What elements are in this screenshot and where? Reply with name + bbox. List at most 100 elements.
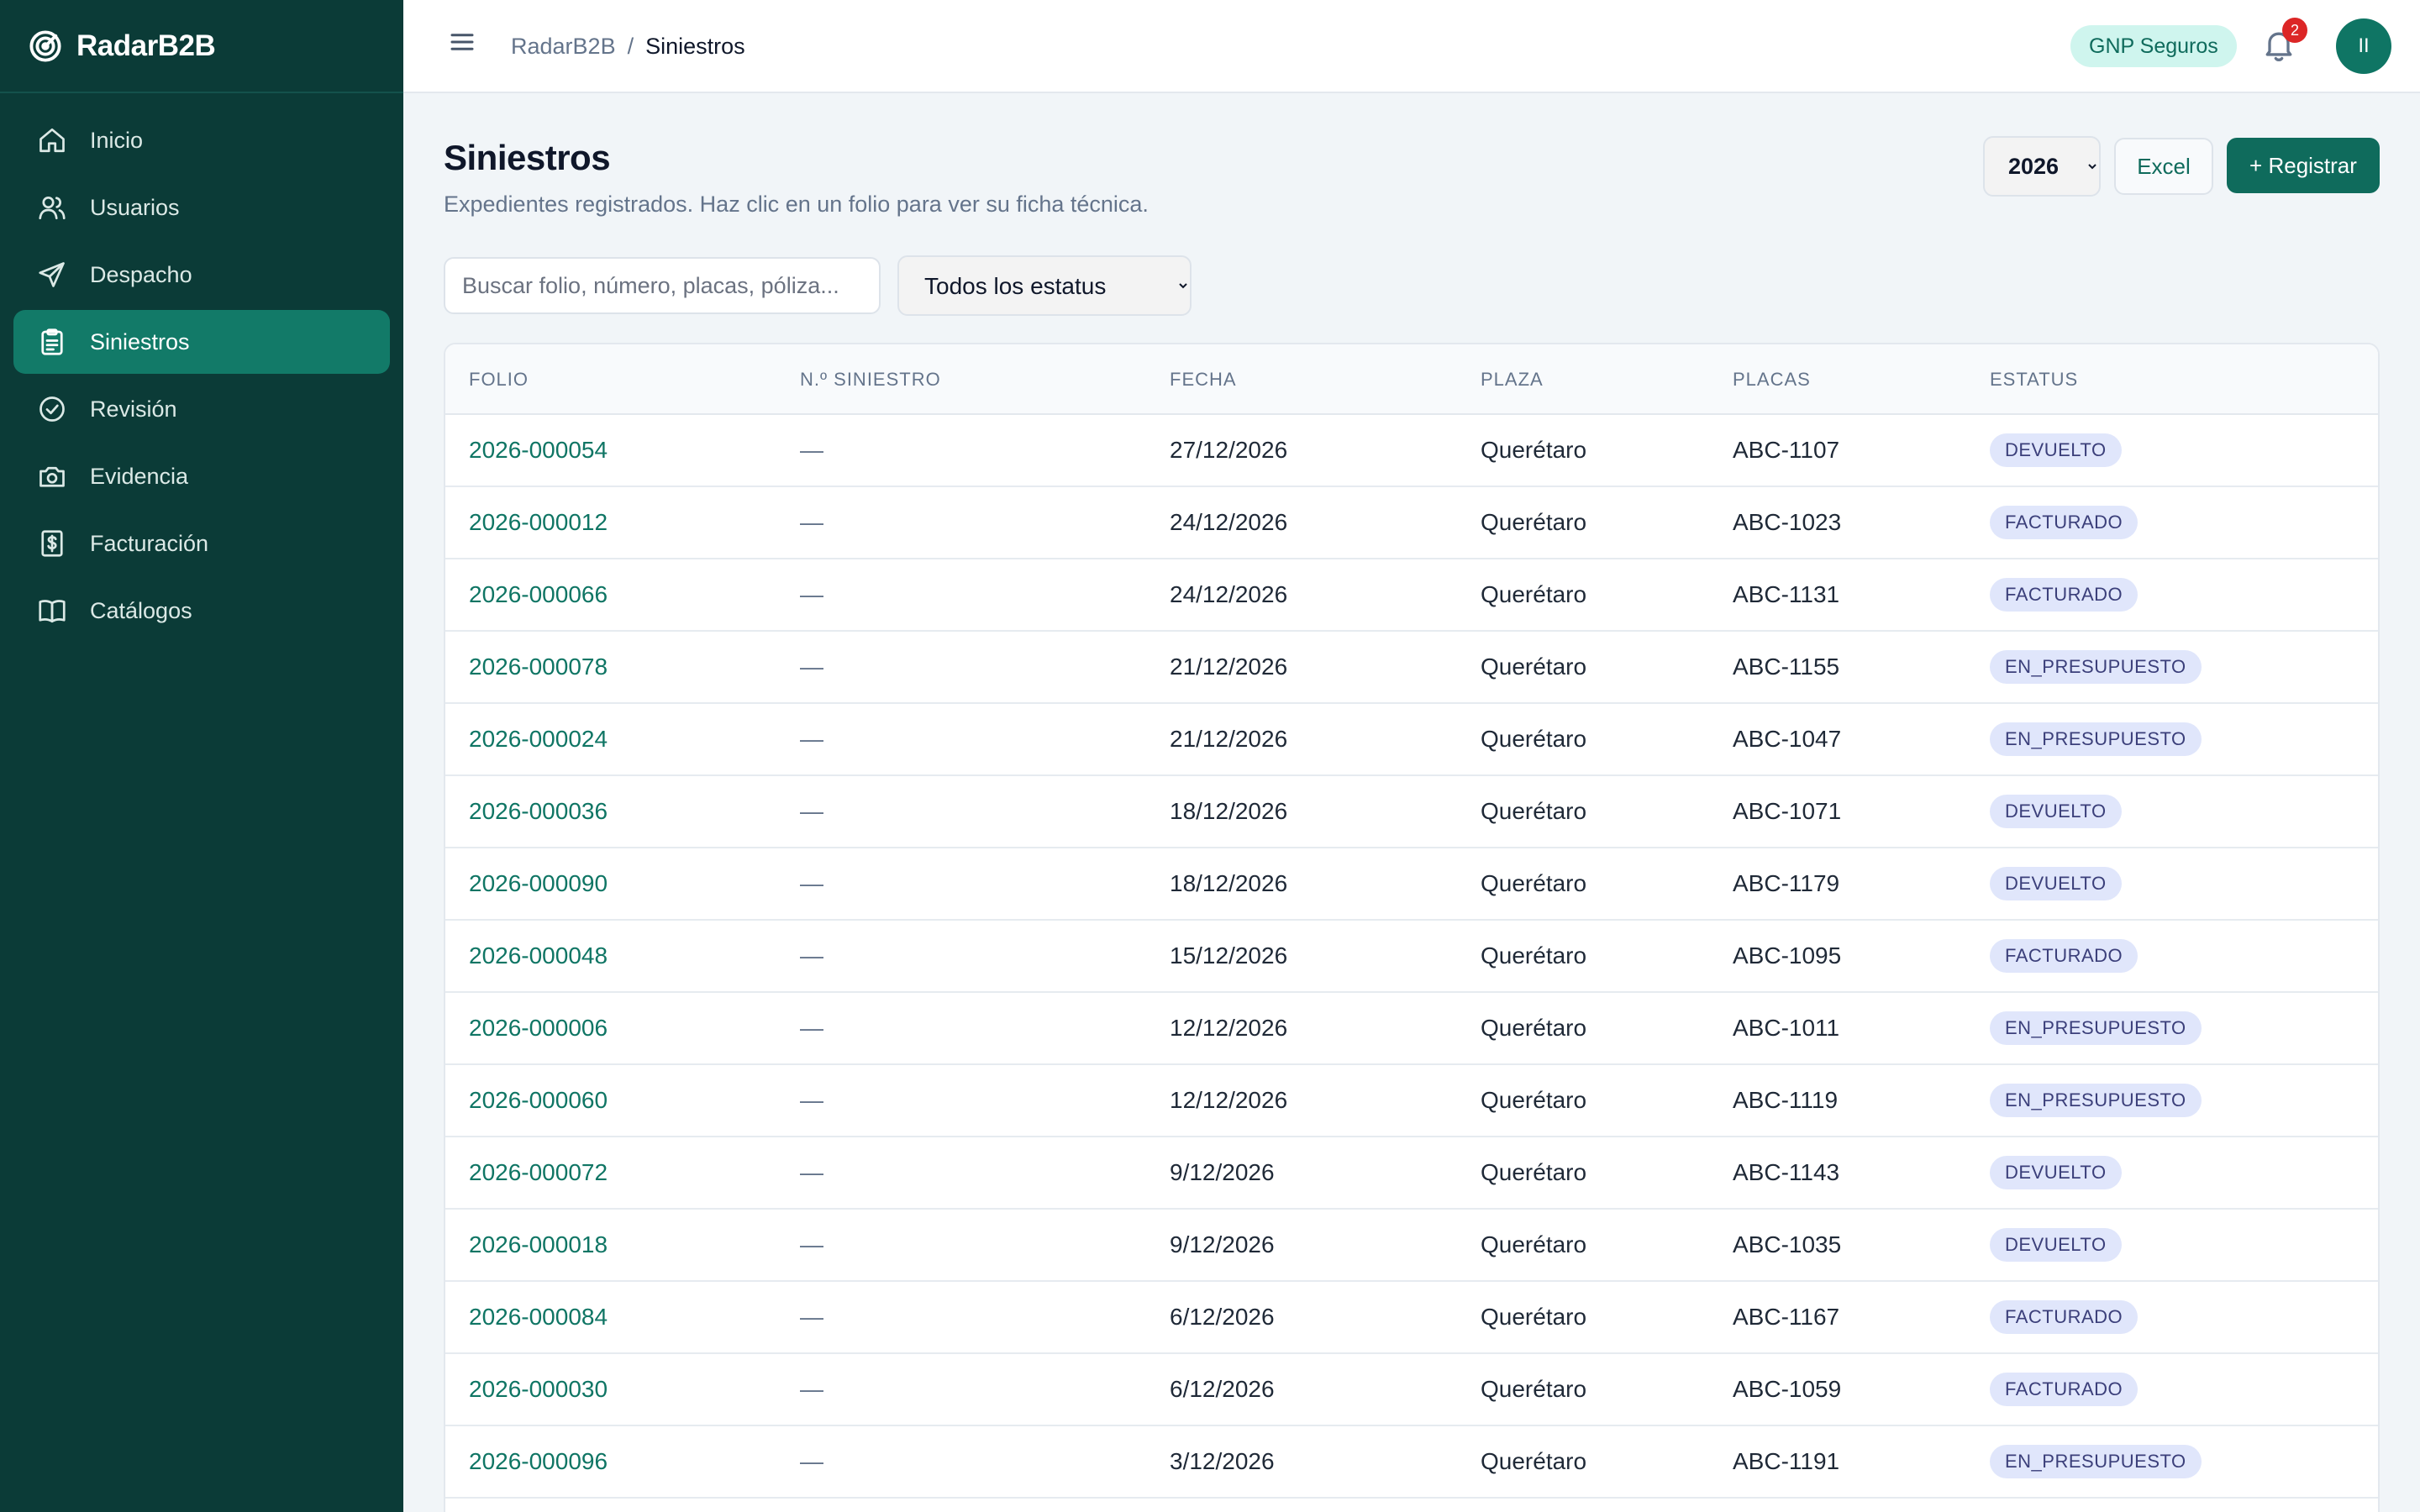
table-row[interactable]: 2026-000072 — 9/12/2026 Querétaro ABC-1143 DE… bbox=[445, 1137, 2378, 1210]
status-cell: DEVUELTO bbox=[1990, 1137, 2122, 1208]
folio-link[interactable]: 2026-000066 bbox=[469, 559, 608, 630]
date-cell: 12/12/2026 bbox=[1170, 1015, 1288, 1041]
claim-number-cell: — bbox=[800, 1304, 823, 1330]
sidebar-item-revision[interactable]: Revisión bbox=[13, 377, 390, 441]
status-cell: EN_PRESUPUESTO bbox=[1990, 704, 2202, 774]
table-row[interactable]: 2026-000018 — 9/12/2026 Querétaro ABC-1035 DE… bbox=[445, 1210, 2378, 1282]
plaza-cell: Querétaro bbox=[1481, 1159, 1587, 1185]
status-cell: EN_PRESUPUESTO bbox=[1990, 1065, 2202, 1136]
date-cell: 6/12/2026 bbox=[1170, 1376, 1275, 1402]
brand-name: RadarB2B bbox=[76, 29, 216, 62]
folio-link[interactable]: 2026-000084 bbox=[469, 1282, 608, 1352]
clipboard-icon bbox=[36, 326, 68, 358]
folio-link[interactable]: 2026-000012 bbox=[469, 487, 608, 558]
company-badge[interactable]: GNP Seguros bbox=[2070, 25, 2237, 67]
sidebar-item-evidencia[interactable]: Evidencia bbox=[13, 444, 390, 508]
date-cell: 3/12/2026 bbox=[1170, 1448, 1275, 1474]
plates-cell: ABC-1131 bbox=[1733, 581, 1840, 607]
brand[interactable]: RadarB2B bbox=[0, 0, 403, 93]
sidebar-item-label: Catálogos bbox=[90, 597, 192, 623]
sidebar-item-despacho[interactable]: Despacho bbox=[13, 243, 390, 307]
date-cell: 18/12/2026 bbox=[1170, 870, 1288, 896]
plates-cell: ABC-1167 bbox=[1733, 1304, 1840, 1330]
status-badge: FACTURADO bbox=[1990, 506, 2139, 539]
sidebar-item-inicio[interactable]: Inicio bbox=[13, 108, 390, 172]
folio-link[interactable]: 2026-000060 bbox=[469, 1065, 608, 1136]
table-row[interactable]: 2026-000012 — 24/12/2026 Querétaro ABC-1023 F… bbox=[445, 487, 2378, 559]
plates-cell: ABC-1035 bbox=[1733, 1231, 1842, 1257]
table-row[interactable]: 2026-000078 — 21/12/2026 Querétaro ABC-1155 E… bbox=[445, 632, 2378, 704]
search-input[interactable] bbox=[444, 257, 881, 314]
folio-link[interactable]: 2026-000018 bbox=[469, 1210, 608, 1280]
status-cell: DEVUELTO bbox=[1990, 776, 2122, 847]
plaza-cell: Querétaro bbox=[1481, 1231, 1587, 1257]
breadcrumb-separator: / bbox=[627, 34, 634, 59]
date-cell: 15/12/2026 bbox=[1170, 942, 1288, 969]
breadcrumb-current: Siniestros bbox=[645, 34, 745, 59]
register-button[interactable]: + Registrar bbox=[2227, 138, 2380, 193]
folio-link[interactable]: 2026-000048 bbox=[469, 921, 608, 991]
folio-link[interactable]: 2026-000072 bbox=[469, 1137, 608, 1208]
claim-number-cell: — bbox=[800, 870, 823, 896]
folio-link[interactable]: 2026-000036 bbox=[469, 776, 608, 847]
sidebar-item-usuarios[interactable]: Usuarios bbox=[13, 176, 390, 239]
claim-number-cell: — bbox=[800, 1231, 823, 1257]
column-header-plaza[interactable]: PLAZA bbox=[1481, 344, 1544, 415]
plates-cell: ABC-1047 bbox=[1733, 726, 1842, 752]
table-row[interactable]: 2026-000036 — 18/12/2026 Querétaro ABC-1071 D… bbox=[445, 776, 2378, 848]
table-row[interactable]: 2026-000054 — 27/12/2026 Querétaro ABC-1107 D… bbox=[445, 415, 2378, 487]
claim-number-cell: — bbox=[800, 1159, 823, 1185]
folio-link[interactable]: 2026-000078 bbox=[469, 632, 608, 702]
folio-link[interactable]: 2026-000054 bbox=[469, 415, 608, 486]
table-row[interactable]: 2026-000024 — 21/12/2026 Querétaro ABC-1047 E… bbox=[445, 704, 2378, 776]
column-header-placas[interactable]: PLACAS bbox=[1733, 344, 1811, 415]
table-row[interactable]: 2026-000060 — 12/12/2026 Querétaro ABC-1119 E… bbox=[445, 1065, 2378, 1137]
claim-number-cell: — bbox=[800, 1376, 823, 1402]
sidebar-item-label: Siniestros bbox=[90, 328, 190, 354]
sidebar-item-label: Evidencia bbox=[90, 463, 189, 489]
status-badge: FACTURADO bbox=[1990, 1300, 2139, 1334]
claim-number-cell: — bbox=[800, 654, 823, 680]
status-cell: EN_PRESUPUESTO bbox=[1990, 993, 2202, 1063]
folio-link[interactable]: 2026-000096 bbox=[469, 1426, 608, 1497]
table-row[interactable]: 2026-000096 — 3/12/2026 Querétaro ABC-1191 EN… bbox=[445, 1426, 2378, 1499]
plaza-cell: Querétaro bbox=[1481, 654, 1587, 680]
column-header-estatus[interactable]: ESTATUS bbox=[1990, 344, 2078, 415]
column-header-folio[interactable]: FOLIO bbox=[469, 344, 529, 415]
sidebar-item-catalogos[interactable]: Catálogos bbox=[13, 579, 390, 643]
folio-link[interactable]: 2026-000024 bbox=[469, 704, 608, 774]
table-row[interactable]: 2026-000030 — 6/12/2026 Querétaro ABC-1059 FA… bbox=[445, 1354, 2378, 1426]
claim-number-cell: — bbox=[800, 1448, 823, 1474]
breadcrumb-root[interactable]: RadarB2B bbox=[511, 34, 616, 60]
plates-cell: ABC-1143 bbox=[1733, 1159, 1840, 1185]
table-row[interactable]: 2026-000066 — 24/12/2026 Querétaro ABC-1131 F… bbox=[445, 559, 2378, 632]
hamburger-menu-icon[interactable] bbox=[445, 25, 479, 59]
plates-cell: ABC-1107 bbox=[1733, 437, 1840, 463]
sidebar-item-facturacion[interactable]: Facturación bbox=[13, 512, 390, 575]
table-row[interactable]: 2026-000090 — 18/12/2026 Querétaro ABC-1179 D… bbox=[445, 848, 2378, 921]
table-row[interactable]: 2026-000048 — 15/12/2026 Querétaro ABC-1095 F… bbox=[445, 921, 2378, 993]
folio-link[interactable]: 2026-000030 bbox=[469, 1354, 608, 1425]
status-badge: FACTURADO bbox=[1990, 578, 2139, 612]
avatar[interactable]: II bbox=[2336, 18, 2391, 74]
year-select[interactable]: 2026 bbox=[1983, 136, 2101, 197]
table-row[interactable]: 2026-000084 — 6/12/2026 Querétaro ABC-1167 FA… bbox=[445, 1282, 2378, 1354]
plates-cell: ABC-1095 bbox=[1733, 942, 1842, 969]
column-header-fecha[interactable]: FECHA bbox=[1170, 344, 1237, 415]
status-cell: FACTURADO bbox=[1990, 487, 2139, 558]
status-badge: DEVUELTO bbox=[1990, 795, 2122, 828]
status-badge: EN_PRESUPUESTO bbox=[1990, 1011, 2202, 1045]
status-cell: FACTURADO bbox=[1990, 1354, 2139, 1425]
table-row[interactable]: 2026-000006 — 12/12/2026 Querétaro ABC-1011 E… bbox=[445, 993, 2378, 1065]
column-header-numero[interactable]: N.º SINIESTRO bbox=[800, 344, 941, 415]
sidebar-item-siniestros[interactable]: Siniestros bbox=[13, 310, 390, 374]
folio-link[interactable]: 2026-000006 bbox=[469, 993, 608, 1063]
date-cell: 9/12/2026 bbox=[1170, 1159, 1275, 1185]
status-filter-select[interactable]: Todos los estatus bbox=[897, 255, 1192, 316]
status-cell: FACTURADO bbox=[1990, 1282, 2139, 1352]
folio-link[interactable]: 2026-000090 bbox=[469, 848, 608, 919]
plates-cell: ABC-1119 bbox=[1733, 1087, 1839, 1113]
plaza-cell: Querétaro bbox=[1481, 726, 1587, 752]
excel-export-button[interactable]: Excel bbox=[2114, 138, 2213, 195]
plates-cell: ABC-1155 bbox=[1733, 654, 1840, 680]
